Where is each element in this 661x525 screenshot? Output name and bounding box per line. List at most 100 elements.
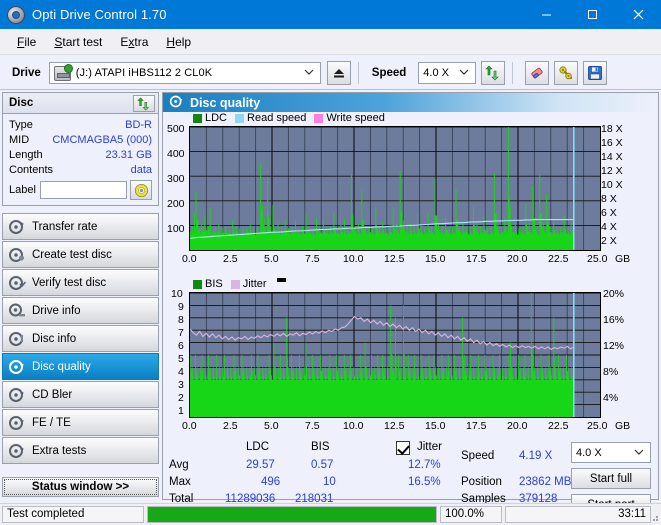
chart2-xtick-225: 22.5 [548, 420, 569, 432]
disc-info-body: Type BD-R MID CMCMAGBA5 (000) Length 23.… [2, 114, 159, 206]
refresh-speed-button[interactable] [481, 60, 506, 85]
legend-label: Write speed [326, 112, 385, 124]
disc-icon [8, 442, 26, 460]
app-disc-icon [7, 5, 25, 24]
chart2-ytick-9: 9 [178, 301, 184, 313]
chart2-xtick-0: 0.0 [182, 420, 197, 432]
chart1-xtick-150: 15.0 [425, 253, 446, 265]
sidebar-item-extra-tests[interactable]: Extra tests [2, 437, 159, 464]
disc-icon [8, 246, 26, 264]
eject-button[interactable] [326, 60, 351, 85]
stats-max-bis: 10 [323, 476, 336, 488]
disc-icon [8, 386, 26, 404]
cd-icon [134, 183, 148, 197]
stats-avg-bis: 0.57 [311, 459, 334, 471]
legend-label: BIS [205, 278, 223, 290]
legend-ldc: LDC [193, 112, 227, 124]
chart1-y2tick-4x: 4 X [601, 221, 617, 233]
legend-bis: BIS [193, 278, 223, 290]
drive-select-value: (J:) ATAPI iHBS112 2 CL0K [75, 66, 213, 79]
menu-bar: FFileile Start test Extra Help [0, 29, 661, 55]
stats-speed-value: 4.19 X [519, 450, 553, 462]
minimize-button[interactable] [523, 0, 569, 29]
main-panel-header: Disc quality [163, 93, 658, 112]
save-button[interactable] [583, 60, 608, 85]
disc-mid-value: CMCMAGBA5 (000) [52, 133, 152, 146]
menu-file[interactable]: FFileile [8, 32, 45, 52]
sidebar-item-label: Create test disc [32, 248, 112, 261]
window-controls [523, 0, 661, 29]
sidebar-item-fe-te[interactable]: FE / TE [2, 409, 159, 436]
stats-max-jitter: 16.5% [408, 476, 441, 488]
speed-select-value: 4.0 X [423, 66, 449, 79]
sidebar-item-drive-info[interactable]: Drive info [2, 297, 159, 324]
sidebar-item-disc-info[interactable]: Disc info [2, 325, 159, 352]
disc-label-row: Label [9, 180, 152, 200]
chart1-xtick-0: 0.0 [182, 253, 197, 265]
disc-row-mid: MID CMCMAGBA5 (000) [9, 132, 152, 147]
jitter-checkbox[interactable] [396, 441, 410, 455]
chart-bis-jitter[interactable] [190, 293, 600, 417]
close-button[interactable] [615, 0, 661, 29]
status-message: Test completed [2, 505, 144, 523]
chevron-down-icon [631, 443, 647, 462]
menu-help[interactable]: Help [157, 32, 200, 52]
elapsed-time: 33:11 [505, 505, 651, 523]
menu-start-test[interactable]: Start test [45, 32, 111, 52]
chart1-ytick-500: 500 [167, 123, 185, 135]
maximize-button[interactable] [569, 0, 615, 29]
chart2-xtick-50: 5.0 [264, 420, 279, 432]
chart2-y2tick-8: 8% [603, 366, 619, 378]
chart2-y2tick-16: 16% [603, 314, 625, 326]
drive-label: Drive [12, 66, 41, 79]
save-icon [588, 65, 603, 80]
progress-percent: 100.0% [440, 505, 502, 523]
erase-button[interactable] [525, 60, 550, 85]
tools-button[interactable] [554, 60, 579, 85]
disc-icon [8, 302, 26, 320]
disc-icon [8, 358, 26, 376]
sidebar-item-cd-bler[interactable]: CD Bler [2, 381, 159, 408]
nav-list: Transfer rate Create test disc Verify te… [2, 213, 159, 497]
disc-contents-key: Contents [9, 163, 54, 176]
disc-type-key: Type [9, 118, 33, 131]
chart1-y2tick-6x: 6 X [601, 207, 617, 219]
disc-label-input[interactable] [39, 181, 127, 199]
status-window-button[interactable]: Status window >> [2, 477, 159, 497]
disc-refresh-button[interactable] [133, 95, 155, 112]
legend-swatch [230, 279, 240, 289]
toolbar-separator-2 [512, 61, 514, 84]
disc-panel-title: Disc [9, 97, 34, 109]
disc-length-value: 23.31 GB [105, 148, 152, 161]
sidebar-item-label: Disc info [32, 332, 77, 345]
test-speed-select[interactable]: 4.0 X [571, 442, 651, 463]
speed-select[interactable]: 4.0 X [418, 61, 477, 84]
legend-jitter: Jitter [230, 278, 267, 290]
start-full-button[interactable]: Start full [571, 468, 651, 489]
sidebar-item-verify-test-disc[interactable]: Verify test disc [2, 269, 159, 296]
legend-label: Read speed [247, 112, 307, 124]
sidebar-item-label: Extra tests [32, 444, 87, 457]
resize-grip[interactable] [649, 512, 659, 522]
disc-icon [8, 218, 26, 236]
chart2-ytick-8: 8 [178, 314, 184, 326]
disc-label-read-button[interactable] [130, 180, 152, 200]
legend-swatch [235, 113, 245, 123]
chart1-xtick-225: 22.5 [548, 253, 569, 265]
sidebar-item-create-test-disc[interactable]: Create test disc [2, 241, 159, 268]
chart2-ytick-10: 10 [171, 288, 183, 300]
legend-swatch [314, 113, 324, 123]
disc-row-length: Length 23.31 GB [9, 147, 152, 162]
chart-ldc-read-speed[interactable] [190, 127, 600, 250]
sidebar-item-transfer-rate[interactable]: Transfer rate [2, 213, 159, 240]
disc-panel-header: Disc [2, 92, 159, 114]
sidebar-item-disc-quality[interactable]: Disc quality [2, 353, 159, 380]
progress-bar [147, 505, 437, 523]
chart2-ytick-1: 1 [178, 405, 184, 417]
window-title: Opti Drive Control 1.70 [32, 7, 167, 22]
menu-extra[interactable]: Extra [111, 32, 157, 52]
stats-row-max-key: Max [169, 476, 191, 488]
drive-select[interactable]: (J:) ATAPI iHBS112 2 CL0K [48, 61, 321, 84]
disc-icon [8, 330, 26, 348]
